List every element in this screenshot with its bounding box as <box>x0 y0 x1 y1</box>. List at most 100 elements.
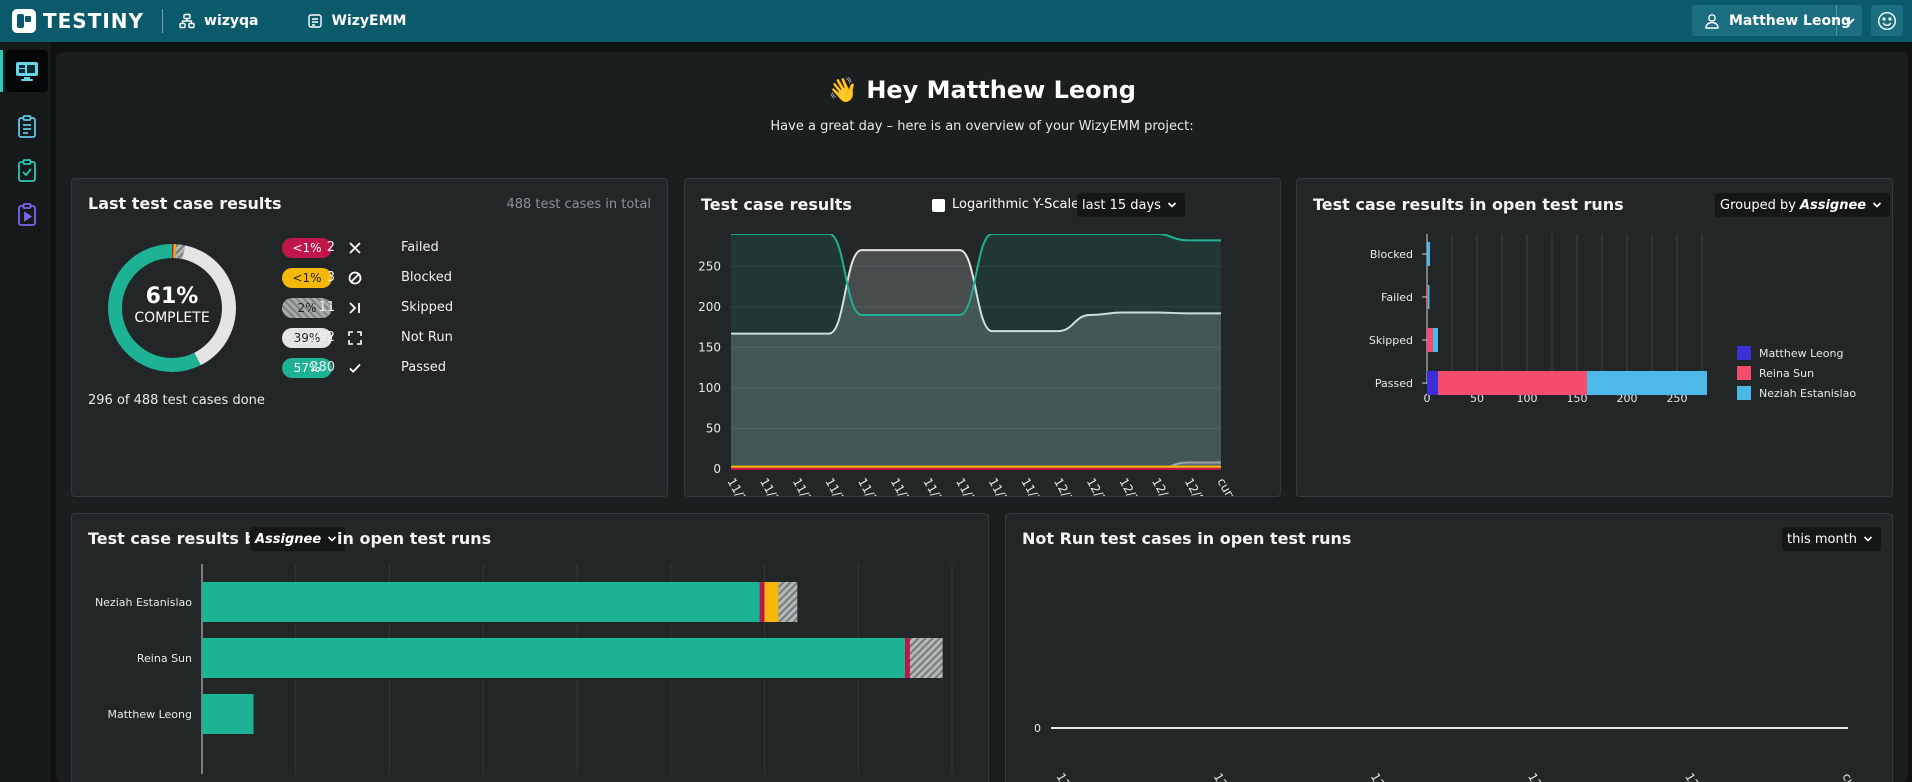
y-tick-label: Skipped <box>1369 334 1413 347</box>
smiley-icon <box>1877 11 1897 30</box>
last-results-card: Last test case results 488 test cases in… <box>71 178 668 497</box>
sidebar-item-test-runs[interactable] <box>6 150 48 192</box>
y-tick-label: 0 <box>1034 722 1041 735</box>
sidebar-item-automation[interactable] <box>6 194 48 236</box>
range-value: last 15 days <box>1082 197 1161 213</box>
not-run-range-dropdown[interactable]: this month <box>1782 527 1882 551</box>
y-tick-label: 100 <box>698 381 721 395</box>
legend-label: Neziah Estanislao <box>1759 387 1856 400</box>
project-label: WizyEMM <box>331 13 407 29</box>
completion-donut: 61% COMPLETE <box>108 244 237 372</box>
skipped-count: 11 <box>318 300 335 315</box>
timeline-range-dropdown[interactable]: last 15 days <box>1077 193 1185 217</box>
y-tick-label: 0 <box>713 462 721 476</box>
log-scale-checkbox[interactable] <box>932 199 945 212</box>
test-runs-icon <box>18 159 36 182</box>
assignee-value: Assignee <box>255 531 322 547</box>
y-tick-label: Matthew Leong <box>108 708 192 721</box>
y-tick-label: Reina Sun <box>137 652 192 665</box>
open-runs-chart: 0 50 100 150 200 250BlockedFailedSkippedPasse… <box>1369 234 1856 405</box>
y-tick-label: Passed <box>1375 377 1413 390</box>
x-tick-label: curr <box>1839 771 1863 782</box>
user-menu-caret[interactable] <box>1836 5 1862 36</box>
x-tick-label: 12/1 <box>1211 771 1237 782</box>
x-tick-label: 12/5/23 <box>1182 476 1217 497</box>
legend-label: Reina Sun <box>1759 367 1814 380</box>
assignee-dropdown[interactable]: Assignee <box>250 527 346 551</box>
chevron-down-icon <box>1863 536 1873 542</box>
x-tick-label: 12/1 <box>1368 771 1394 782</box>
not-run-label: Not Run <box>401 330 453 345</box>
done-label: 296 of 488 test cases done <box>88 393 265 408</box>
bar-segment <box>1427 371 1438 395</box>
group-prefix: Grouped by <box>1720 197 1796 213</box>
brand-name: TESTINY <box>43 9 145 33</box>
not-run-chart: 0 12/1 12/1 12/1 12/1 12/1 curr <box>1034 722 1863 782</box>
bar-segment <box>202 638 906 678</box>
card-title: Last test case results <box>88 194 282 213</box>
x-tick-label: 11/25/23 <box>855 476 894 497</box>
greeting-subtitle: Have a great day – here is an overview o… <box>770 119 1194 134</box>
by-assignee-chart: 020406080100120140Neziah EstanislaoReina… <box>95 564 953 774</box>
x-tick-label: 11/23/23 <box>790 476 829 497</box>
feedback-button[interactable] <box>1871 5 1903 36</box>
sidebar <box>0 42 50 782</box>
test-cases-icon <box>18 115 36 138</box>
sidebar-item-test-cases[interactable] <box>6 106 48 148</box>
greeting-title: 👋 Hey Matthew Leong <box>56 76 1908 104</box>
legend-swatch <box>1737 366 1751 380</box>
logo-icon <box>12 9 36 33</box>
bar-segment <box>1438 371 1587 395</box>
org-switcher[interactable]: wizyqa <box>179 13 259 29</box>
y-tick-label: 150 <box>698 340 721 354</box>
failed-label: Failed <box>401 240 439 255</box>
wave-emoji: 👋 <box>828 76 858 104</box>
card-title: Not Run test cases in open test runs <box>1022 529 1352 548</box>
x-tick-label: 12/1/23 <box>1051 476 1086 497</box>
card-title: Test case results in open test runs <box>1313 195 1624 214</box>
x-tick-label: 11/22/23 <box>757 476 796 497</box>
bar-segment <box>1587 371 1707 395</box>
project-icon <box>307 14 322 28</box>
not-run-count: 192 <box>310 330 335 345</box>
x-tick-label: 12/1 <box>1525 771 1551 782</box>
x-tick-label: 11/30/23 <box>1018 476 1057 497</box>
by-assignee-card: Test case results by Assignee in open te… <box>71 513 989 782</box>
x-tick-label: 11/28/23 <box>953 476 992 497</box>
divider <box>162 9 164 33</box>
blocked-count: 3 <box>326 270 335 285</box>
project-switcher[interactable]: WizyEMM <box>307 13 407 29</box>
bar-segment <box>1427 242 1430 266</box>
failed-count: 2 <box>326 240 335 255</box>
sidebar-item-dashboard[interactable] <box>6 50 48 92</box>
x-tick-label: 12/4/23 <box>1149 476 1184 497</box>
x-tick-label: 12/1 <box>1682 771 1708 782</box>
user-menu-button[interactable]: Matthew Leong <box>1692 5 1862 36</box>
blocked-icon <box>348 271 362 285</box>
org-label: wizyqa <box>204 13 259 29</box>
bar-segment <box>1433 328 1438 352</box>
x-tick-label: 12/2/23 <box>1084 476 1119 497</box>
bar-segment <box>202 694 254 734</box>
bar-segment <box>905 638 910 678</box>
legend-swatch <box>1737 386 1751 400</box>
group-by-dropdown[interactable]: Grouped by Assignee <box>1715 193 1891 217</box>
bar-segment <box>764 582 779 622</box>
skipped-label: Skipped <box>401 300 454 315</box>
x-tick-label: 11/27/23 <box>920 476 959 497</box>
check-icon <box>349 363 361 373</box>
bar-segment <box>759 582 765 622</box>
x-tick-label: 11/21/23 <box>724 476 763 497</box>
y-tick-label: 200 <box>698 300 721 314</box>
y-tick-label: 50 <box>706 421 721 435</box>
series-area-1 <box>731 234 1221 469</box>
y-tick-label: Failed <box>1381 291 1413 304</box>
legend-swatch <box>1737 346 1751 360</box>
chevron-down-icon <box>1167 202 1177 208</box>
testiny-logo[interactable]: TESTINY <box>12 0 144 42</box>
x-tick-label: 11/29/23 <box>986 476 1025 497</box>
dashboard-icon <box>16 62 38 81</box>
donut-label: COMPLETE <box>134 310 209 326</box>
open-runs-card: Test case results in open test runs Grou… <box>1296 178 1893 497</box>
card-title-prefix: Test case results by <box>88 529 267 548</box>
